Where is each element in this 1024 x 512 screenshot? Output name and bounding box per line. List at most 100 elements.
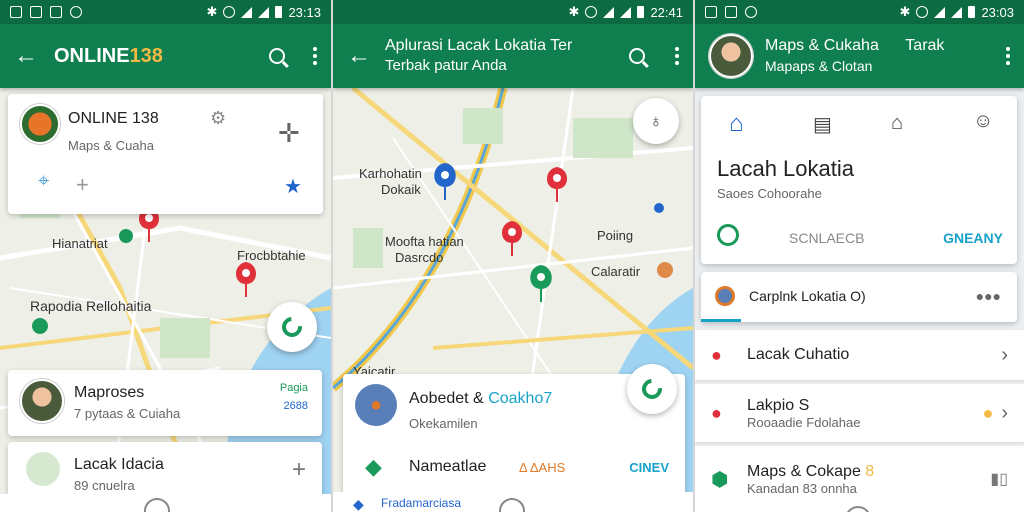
alarm-icon (585, 6, 598, 18)
nav-bar (0, 494, 331, 512)
signal-icon (951, 6, 963, 18)
refresh-icon (277, 312, 307, 342)
wifi-icon (934, 6, 946, 18)
action-button[interactable]: GNEANY (943, 230, 1003, 246)
nav-bar (695, 504, 1024, 512)
back-arrow-icon[interactable]: ← (14, 42, 46, 70)
action-button[interactable]: SCNLAECB (789, 230, 864, 246)
battery-icon (637, 6, 645, 18)
door-icon[interactable]: ▮▯ (990, 469, 1008, 489)
list-item-badge: 8 (865, 462, 875, 480)
bluetooth-icon: ✱ (568, 4, 580, 19)
back-arrow-icon[interactable]: ← (347, 42, 379, 70)
sync-icon (70, 6, 82, 18)
status-bar: ✱ 23:13 (0, 0, 331, 24)
map-pin-icon: ● (369, 393, 383, 416)
profile-card[interactable]: ONLINE 138 Maps & Cuaha ⚙ ✛ ⌖ + ★ (8, 94, 323, 214)
sim-icon (705, 6, 717, 18)
screenshot-collage: ✱ 23:13 ← ONLINE138 Hianatriat Frocbbtah… (0, 0, 1024, 512)
location-icon[interactable] (717, 224, 739, 246)
poi-icon[interactable] (654, 203, 664, 213)
more-options-icon[interactable] (675, 47, 679, 65)
map-pin-icon: ● (711, 402, 722, 423)
avatar (20, 104, 60, 144)
image-icon (30, 6, 42, 18)
signal-icon (258, 6, 270, 18)
map-label: Calaratir (591, 264, 641, 279)
mic-icon[interactable]: ●●● (976, 288, 1001, 304)
poi-icon[interactable] (119, 229, 133, 243)
add-icon[interactable]: + (76, 172, 89, 198)
badge-icon: ● (982, 402, 994, 423)
refresh-icon (637, 374, 667, 404)
home-button[interactable] (144, 498, 170, 512)
list-item-title: Lacak Idacia (74, 456, 164, 473)
person-icon[interactable]: ☺ (973, 110, 993, 133)
poi-icon[interactable] (32, 318, 48, 334)
search-bar[interactable]: Carplnk Lokatia O) ●●● (701, 272, 1017, 322)
row-action[interactable]: CINEV (629, 460, 669, 475)
sheet-title: Aobedet & Coakho7 (409, 390, 553, 407)
search-icon[interactable] (269, 48, 285, 64)
app-title: ONLINE138 (54, 44, 163, 67)
phone-screen-3: ✱ 23:03 Maps & Cukaha Tarak Mapaps & Clo… (695, 0, 1024, 512)
battery-icon (968, 6, 976, 18)
sim-icon (10, 6, 22, 18)
card-title: Lacah Lokatia (717, 156, 854, 181)
status-time: 23:13 (288, 4, 321, 20)
row-label: Nameatlae (409, 458, 487, 475)
image-icon (725, 6, 737, 18)
alarm-icon (916, 6, 929, 18)
list-item-subtitle: Rooaadie Fdolahae (747, 414, 861, 430)
bluetooth-icon: ✱ (206, 4, 218, 19)
refresh-fab[interactable] (267, 302, 317, 352)
list-item-subtitle: 89 cnuelra (74, 478, 135, 493)
compass-button[interactable]: ♁ (633, 98, 679, 144)
home-button[interactable] (499, 498, 525, 512)
list-item-title: Lacak Cuhatio (747, 346, 850, 363)
more-options-icon[interactable] (1006, 47, 1010, 65)
list-item-title: Maps & Cokape (747, 462, 861, 480)
card-title: ONLINE 138 (68, 110, 159, 127)
row-status: Δ ΔAHS (519, 460, 566, 475)
star-icon[interactable]: ★ (284, 174, 302, 199)
alarm-icon (223, 6, 236, 18)
location-icon[interactable]: ⌖ (38, 170, 49, 193)
status-bar: ✱ 23:03 (695, 0, 1024, 24)
add-icon[interactable]: + (292, 456, 306, 484)
map-label: Rapodia Rellohaitia (30, 298, 152, 314)
chevron-right-icon[interactable]: › (1001, 344, 1008, 367)
app-title: Aplurasi Lacak Lokatia Ter Terbak patur … (385, 37, 573, 74)
chevron-right-icon[interactable]: › (1001, 402, 1008, 425)
gallery-icon (50, 6, 62, 18)
navigation-icon[interactable]: ✛ (278, 118, 300, 149)
home-icon[interactable]: ⌂ (729, 110, 744, 138)
list-icon[interactable]: ▤ (813, 112, 832, 137)
compass-icon: ♁ (649, 110, 663, 131)
list-item-subtitle: Kanadan 83 onnha (747, 480, 857, 496)
app-bar: ← Aplurasi Lacak Lokatia Ter Terbak patu… (333, 24, 693, 88)
search-icon[interactable] (629, 48, 645, 64)
app-title: Maps & Cukaha Tarak Mapaps & Clotan (765, 37, 945, 74)
search-input[interactable]: Carplnk Lokatia O) (749, 288, 866, 304)
list-item[interactable]: ● Lakpio S Rooaadie Fdolahae ● › (695, 384, 1024, 442)
more-options-icon[interactable] (313, 47, 317, 65)
battery-icon (275, 6, 283, 18)
status-bar: ✱ 22:41 (333, 0, 693, 24)
list-item[interactable]: Maproses 7 pytaas & Cuiaha Pagia 2688 (8, 370, 322, 436)
map-label: Karhohatin (359, 166, 422, 181)
place-avatar: ● (355, 384, 397, 426)
status-time: 22:41 (650, 4, 683, 20)
list-item[interactable]: ⬢ Maps & Cokape 8 Kanadan 83 onnha ▮▯ (695, 446, 1024, 512)
place-icon[interactable]: ⌂ (891, 112, 903, 135)
app-bar: Maps & Cukaha Tarak Mapaps & Clotan (695, 24, 1024, 88)
directions-icon[interactable]: ◆ (353, 496, 364, 512)
refresh-fab[interactable] (627, 364, 677, 414)
list-item-subtitle: 7 pytaas & Cuiaha (74, 406, 181, 421)
progress-bar (701, 319, 741, 322)
poi-icon[interactable] (657, 262, 673, 278)
home-button[interactable] (845, 506, 871, 512)
list-item[interactable]: ● Lacak Cuhatio › (695, 330, 1024, 380)
avatar[interactable] (709, 34, 753, 78)
gear-icon[interactable]: ⚙ (210, 108, 226, 129)
